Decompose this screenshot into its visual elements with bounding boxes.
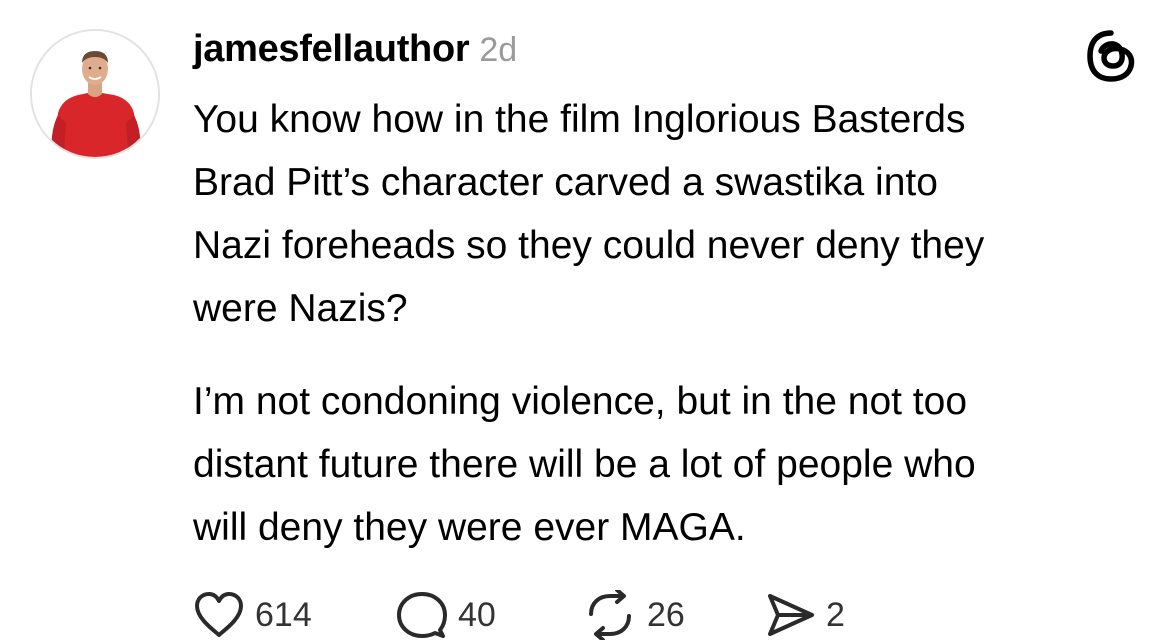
threads-logo-icon[interactable] (1085, 30, 1137, 82)
repost-count: 26 (647, 595, 685, 634)
heart-icon (195, 592, 243, 637)
post-text-line: Nazi foreheads so they could never deny … (193, 224, 985, 267)
post-text-line: distant future there will be a lot of pe… (193, 443, 976, 486)
avatar-photo (32, 31, 158, 157)
reply-count: 40 (458, 595, 496, 634)
repost-icon (589, 590, 631, 640)
repost-button[interactable]: 26 (583, 590, 766, 640)
post-text-line: will deny they were ever MAGA. (193, 506, 746, 549)
share-button[interactable]: 2 (766, 592, 845, 638)
post-text-line: You know how in the film Inglorious Bast… (193, 98, 966, 141)
post-header: jamesfellauthor 2d (193, 28, 517, 78)
post-timestamp: 2d (479, 31, 518, 69)
comment-icon (397, 592, 447, 638)
send-icon (768, 594, 814, 636)
author-username[interactable]: jamesfellauthor (193, 28, 470, 71)
post-paragraph: I’m not condoning violence, but in the n… (193, 370, 1153, 559)
like-button[interactable]: 614 (193, 591, 396, 639)
post-text-line: were Nazis? (193, 287, 408, 330)
post-body: You know how in the film Inglorious Bast… (193, 88, 1153, 559)
reply-button[interactable]: 40 (396, 590, 583, 640)
post-actions: 614 40 26 2 (193, 590, 845, 640)
post-text-line: I’m not condoning violence, but in the n… (193, 380, 968, 423)
post-text-line: Brad Pitt’s character carved a swastika … (193, 161, 938, 204)
like-count: 614 (255, 595, 312, 634)
avatar[interactable] (30, 29, 160, 159)
share-count: 2 (826, 595, 845, 634)
threads-post: jamesfellauthor 2d You know how in the f… (0, 0, 1170, 641)
post-paragraph: You know how in the film Inglorious Bast… (193, 88, 1153, 340)
